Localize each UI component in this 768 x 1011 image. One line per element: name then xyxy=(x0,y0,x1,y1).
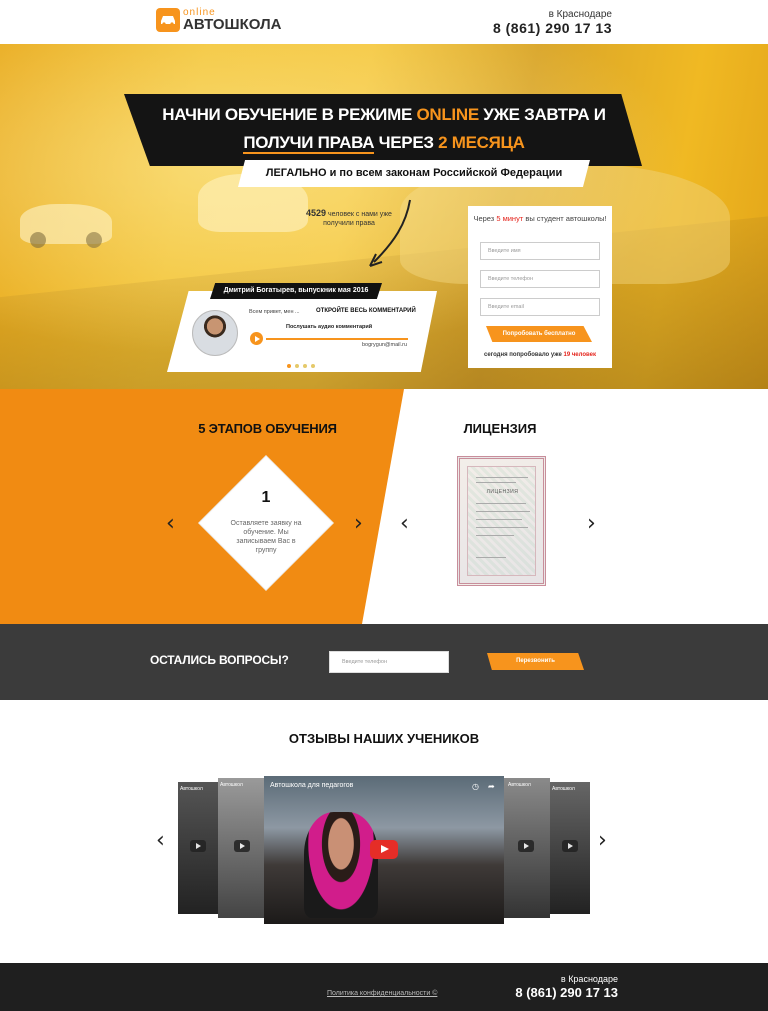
signup-form: Через 5 минут вы студент автошколы! Введ… xyxy=(468,206,612,368)
video-title: Автошкол xyxy=(508,782,531,788)
comment-text: Всем привет, мен ... xyxy=(249,309,300,315)
callback-button[interactable]: Перезвонить xyxy=(487,653,584,670)
name-field[interactable]: Введите имя xyxy=(480,242,600,260)
video-title: Автошкол xyxy=(180,786,203,792)
open-comment-link[interactable]: ОТКРОЙТЕ ВЕСЬ КОММЕНТАРИЙ xyxy=(316,308,416,314)
comment-pagination xyxy=(287,364,315,368)
email-field[interactable]: Введите email xyxy=(480,298,600,316)
graduates-count: 4529 xyxy=(306,208,327,218)
doc-line xyxy=(476,503,526,504)
license-document-body: ЛИЦЕНЗИЯ xyxy=(467,466,536,576)
header-city: в Краснодаре xyxy=(548,9,612,20)
license-doc-heading: ЛИЦЕНЗИЯ xyxy=(486,489,519,495)
privacy-link[interactable]: Политика конфиденциальности © xyxy=(327,990,437,997)
footer-phone[interactable]: 8 (861) 290 17 13 xyxy=(515,985,618,1000)
doc-line xyxy=(476,511,530,512)
doc-line xyxy=(476,527,528,528)
share-icon[interactable]: ➦ xyxy=(488,782,495,791)
doc-line xyxy=(476,519,522,520)
video-thumbnail[interactable]: Автошкол xyxy=(550,782,590,914)
pagination-dot[interactable] xyxy=(303,364,307,368)
license-document-image[interactable]: ЛИЦЕНЗИЯ xyxy=(457,456,546,586)
doc-line xyxy=(476,535,514,536)
audio-comment-label: Послушать аудио комментарий xyxy=(286,324,373,330)
car-icon xyxy=(156,8,180,32)
clock-icon[interactable]: ◷ xyxy=(472,782,479,791)
main-video[interactable]: Автошкола для педагогов ◷ ➦ xyxy=(264,776,504,924)
hero-section: НАЧНИ ОБУЧЕНИЕ В РЕЖИМЕ ONLINE УЖЕ ЗАВТР… xyxy=(0,44,768,389)
chevron-left-icon[interactable]: ‹ xyxy=(166,511,175,536)
avatar xyxy=(192,310,238,356)
stages-title: 5 ЭТАПОВ ОБУЧЕНИЯ xyxy=(198,421,337,436)
pagination-dot[interactable] xyxy=(311,364,315,368)
chevron-left-icon[interactable]: ‹ xyxy=(400,511,409,536)
comment-author: Дмитрий Богатырев, выпускник мая 2016 xyxy=(210,283,382,299)
stages-background xyxy=(0,389,404,624)
stage-number: 1 xyxy=(261,489,271,506)
questions-section: ОСТАЛИСЬ ВОПРОСЫ? Введите телефон Перезв… xyxy=(0,624,768,700)
logo-name: АВТОШКОЛА xyxy=(183,16,282,33)
play-icon[interactable] xyxy=(250,332,263,345)
form-heading: Через 5 минут вы студент автошколы! xyxy=(473,214,607,223)
phone-field[interactable]: Введите телефон xyxy=(480,270,600,288)
video-thumbnail[interactable]: Автошкол xyxy=(504,778,550,918)
main-video-title: Автошкола для педагогов xyxy=(270,782,354,789)
reviews-title: ОТЗЫВЫ НАШИХ УЧЕНИКОВ xyxy=(288,731,480,746)
doc-line xyxy=(476,482,516,483)
pagination-dot[interactable] xyxy=(295,364,299,368)
video-person-image xyxy=(304,812,378,918)
doc-line xyxy=(476,477,528,478)
chevron-left-icon[interactable]: ‹ xyxy=(156,828,165,853)
video-thumbnail[interactable]: Автошкол xyxy=(218,778,264,918)
try-free-button[interactable]: Попробовать бесплатно xyxy=(486,326,592,342)
play-icon[interactable] xyxy=(190,840,206,852)
chevron-right-icon[interactable]: › xyxy=(598,828,607,853)
arrow-icon xyxy=(369,199,411,267)
phone-input[interactable]: Введите телефон xyxy=(329,651,449,673)
play-icon[interactable] xyxy=(234,840,250,852)
logo[interactable]: online АВТОШКОЛА xyxy=(156,8,281,32)
stages-license-section: 5 ЭТАПОВ ОБУЧЕНИЯ 1 Оставляете заявку на… xyxy=(0,389,768,624)
header-phone[interactable]: 8 (861) 290 17 13 xyxy=(493,20,612,36)
play-icon[interactable] xyxy=(518,840,534,852)
doc-line xyxy=(476,557,506,558)
chevron-right-icon[interactable]: › xyxy=(587,511,596,536)
hero-title-line1: НАЧНИ ОБУЧЕНИЕ В РЕЖИМЕ ONLINE УЖЕ ЗАВТР… xyxy=(162,105,606,124)
hero-subtitle: ЛЕГАЛЬНО и по всем законам Российской Фе… xyxy=(265,167,563,179)
footer-city: в Краснодаре xyxy=(560,974,618,984)
questions-title: ОСТАЛИСЬ ВОПРОСЫ? xyxy=(150,653,289,667)
pagination-dot[interactable] xyxy=(287,364,291,368)
video-title: Автошкол xyxy=(552,786,575,792)
video-thumbnail[interactable]: Автошкол xyxy=(178,782,218,914)
video-title: Автошкол xyxy=(220,782,243,788)
license-title: ЛИЦЕНЗИЯ xyxy=(463,421,537,436)
comment-email: bogrygun@mail.ru xyxy=(362,342,408,348)
site-header: online АВТОШКОЛА в Краснодаре 8 (861) 29… xyxy=(0,0,768,44)
chevron-right-icon[interactable]: › xyxy=(354,511,363,536)
site-footer: Политика конфиденциальности © в Краснода… xyxy=(0,963,768,1011)
audio-progress[interactable] xyxy=(266,338,408,340)
youtube-play-icon[interactable] xyxy=(370,840,398,859)
play-icon[interactable] xyxy=(562,840,578,852)
today-counter: сегодня попробовало уже 19 человек xyxy=(483,352,596,358)
hero-title-line2: ПОЛУЧИ ПРАВА ЧЕРЕЗ 2 МЕСЯЦА xyxy=(243,133,525,154)
stage-text: Оставляете заявку на обучение. Мы записы… xyxy=(230,520,302,555)
